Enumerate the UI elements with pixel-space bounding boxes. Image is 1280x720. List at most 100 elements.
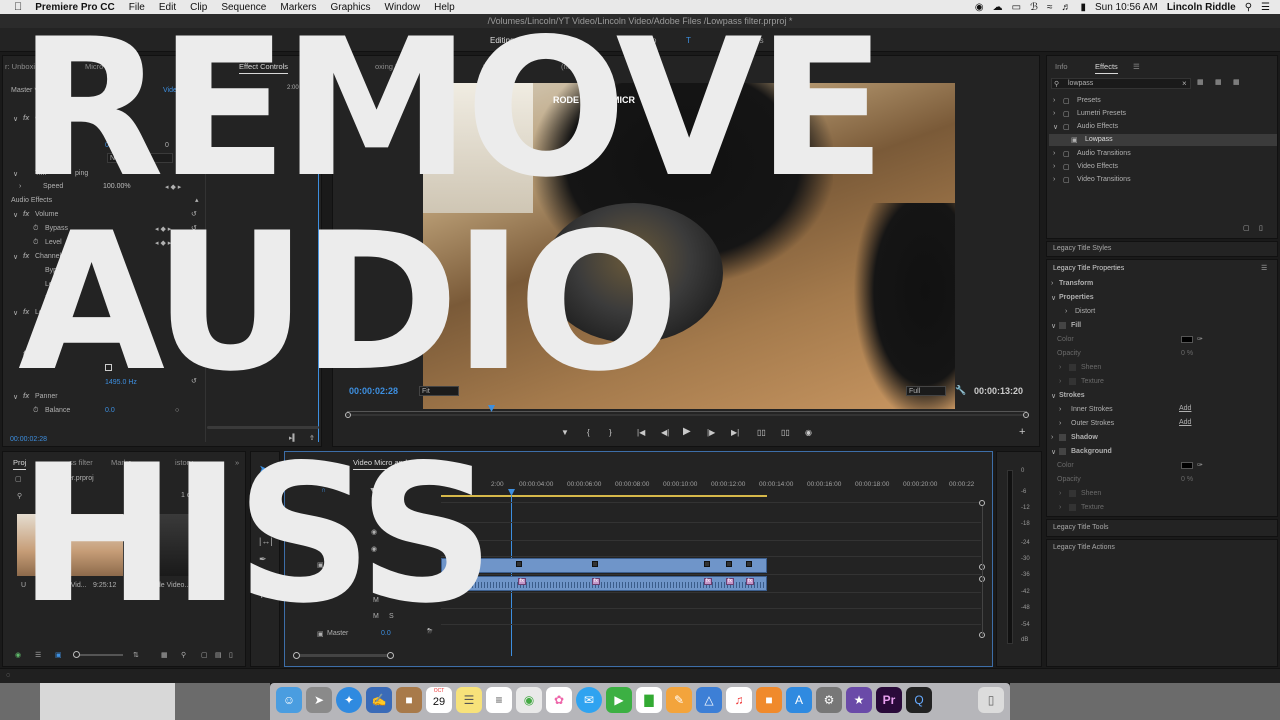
pages-icon[interactable]: ✎ bbox=[666, 687, 692, 713]
fill-color-swatch[interactable] bbox=[1181, 336, 1193, 343]
sheen-checkbox[interactable] bbox=[1069, 364, 1076, 371]
quality-select[interactable]: Full bbox=[906, 386, 946, 396]
expand-video-effects-icon[interactable]: › bbox=[1053, 163, 1055, 170]
list-icon[interactable]: ☰ bbox=[1261, 2, 1270, 13]
v-scrollbar[interactable] bbox=[982, 506, 983, 636]
effects-tree-video-effects[interactable]: Video Effects bbox=[1077, 163, 1118, 170]
bg-color-swatch[interactable] bbox=[1181, 462, 1193, 469]
expand-strokes-icon[interactable]: ∨ bbox=[1051, 392, 1056, 400]
numbers-icon[interactable]: ▇ bbox=[636, 687, 662, 713]
itunes-icon[interactable]: ♫ bbox=[726, 687, 752, 713]
expand-transform-icon[interactable]: › bbox=[1051, 280, 1053, 287]
menubar-user[interactable]: Lincoln Riddle bbox=[1167, 2, 1236, 13]
legacy-title-tools-tab[interactable]: Legacy Title Tools bbox=[1053, 524, 1109, 531]
texture-checkbox[interactable] bbox=[1069, 378, 1076, 385]
thumbnail-size-handle[interactable] bbox=[73, 651, 80, 658]
mark-in-icon[interactable]: { bbox=[587, 428, 590, 438]
launchpad-icon[interactable]: ➤ bbox=[306, 687, 332, 713]
list-view-icon[interactable]: ☰ bbox=[35, 651, 41, 659]
menubar-clock[interactable]: Sun 10:56 AM bbox=[1095, 2, 1158, 13]
expand-texture-icon[interactable]: › bbox=[1059, 378, 1061, 385]
program-zoom-bar[interactable] bbox=[345, 414, 1029, 416]
step-back-icon[interactable]: ◀| bbox=[661, 428, 669, 438]
shadow-section[interactable]: Shadow bbox=[1071, 434, 1098, 441]
legacy-title-properties-tab[interactable]: Legacy Title Properties bbox=[1053, 265, 1124, 272]
bg-texture-checkbox[interactable] bbox=[1069, 504, 1076, 511]
expand-distort-icon[interactable]: › bbox=[1065, 308, 1067, 315]
32bit-filter-icon[interactable]: ▦ bbox=[1215, 78, 1222, 86]
legacy-title-styles-tab[interactable]: Legacy Title Styles bbox=[1053, 245, 1111, 252]
fill-opacity-value[interactable]: 0 % bbox=[1181, 350, 1193, 357]
keynote-icon[interactable]: △ bbox=[696, 687, 722, 713]
new-bin-icon[interactable]: ▢ bbox=[201, 651, 208, 659]
photos-icon[interactable]: ✿ bbox=[546, 687, 572, 713]
notes-icon[interactable]: ☰ bbox=[456, 687, 482, 713]
effects-search-input[interactable]: ⚲ lowpass × bbox=[1051, 78, 1191, 89]
facetime-icon[interactable]: ▶ bbox=[606, 687, 632, 713]
system-preferences-icon[interactable]: ⚙ bbox=[816, 687, 842, 713]
tab-info[interactable]: Info bbox=[1055, 62, 1068, 71]
timeline-zoom-scrollbar[interactable] bbox=[295, 654, 391, 657]
trash-dock-icon[interactable]: ▯ bbox=[978, 687, 1004, 713]
bg-sheen-checkbox[interactable] bbox=[1069, 490, 1076, 497]
trash-icon[interactable]: ▯ bbox=[229, 651, 233, 659]
effects-tree-lumetri[interactable]: Lumetri Presets bbox=[1077, 110, 1126, 117]
search-icon[interactable]: ⚲ bbox=[1245, 2, 1252, 13]
settings-wrench-icon[interactable]: 🔧 bbox=[955, 385, 966, 396]
clear-search-icon[interactable]: × bbox=[1182, 79, 1187, 88]
automate-icon[interactable]: ▦ bbox=[161, 651, 168, 659]
airplay-icon[interactable]: ▭ bbox=[1012, 2, 1021, 13]
yuv-filter-icon[interactable]: ▦ bbox=[1233, 78, 1240, 86]
new-custom-bin-icon[interactable]: ▢ bbox=[1243, 224, 1250, 232]
expand-lumetri-icon[interactable]: › bbox=[1053, 110, 1055, 117]
safari-icon[interactable]: ✦ bbox=[336, 687, 362, 713]
new-item-icon[interactable]: ▤ bbox=[215, 651, 222, 659]
legacy-title-actions-tab[interactable]: Legacy Title Actions bbox=[1053, 544, 1115, 551]
background-checkbox[interactable] bbox=[1059, 448, 1066, 455]
timeline-zoom-right[interactable] bbox=[387, 652, 394, 659]
imovie-icon[interactable]: ★ bbox=[846, 687, 872, 713]
bg-opacity-value[interactable]: 0 % bbox=[1181, 476, 1193, 483]
extract-icon[interactable]: ▯▯ bbox=[781, 428, 790, 438]
premiere-pro-icon[interactable]: Pr bbox=[876, 687, 902, 713]
record-icon[interactable]: ◉ bbox=[975, 2, 984, 13]
eyedropper-icon[interactable]: ✑ bbox=[1197, 335, 1203, 343]
expand-outer-icon[interactable]: › bbox=[1059, 420, 1061, 427]
app-store-icon[interactable]: A bbox=[786, 687, 812, 713]
expand-background-icon[interactable]: ∨ bbox=[1051, 448, 1056, 456]
add-marker-icon[interactable]: ▼ bbox=[561, 428, 569, 438]
add-inner-stroke-link[interactable]: Add bbox=[1179, 405, 1191, 412]
expand-presets-icon[interactable]: › bbox=[1053, 97, 1055, 104]
transform-section[interactable]: Transform bbox=[1059, 280, 1093, 287]
expand-bg-sheen-icon[interactable]: › bbox=[1059, 490, 1061, 497]
button-editor-add-icon[interactable]: + bbox=[1019, 427, 1025, 438]
video-clip[interactable] bbox=[441, 558, 767, 573]
play-button[interactable]: ▶ bbox=[683, 427, 691, 437]
expand-audio-effects-icon[interactable]: ∨ bbox=[1053, 123, 1058, 131]
icon-view-icon[interactable]: ▣ bbox=[55, 651, 62, 659]
effects-tree-audio-effects[interactable]: Audio Effects bbox=[1077, 123, 1118, 130]
effects-menu-icon[interactable]: ☰ bbox=[1133, 62, 1140, 71]
go-to-in-icon[interactable]: |◀ bbox=[637, 428, 645, 438]
accelerated-filter-icon[interactable]: ▦ bbox=[1197, 78, 1204, 86]
timeline-zoom-left[interactable] bbox=[293, 652, 300, 659]
work-area-bar[interactable] bbox=[441, 495, 767, 497]
delete-effect-icon[interactable]: ▯ bbox=[1259, 224, 1263, 232]
expand-inner-icon[interactable]: › bbox=[1059, 406, 1061, 413]
expand-audio-transitions-icon[interactable]: › bbox=[1053, 150, 1055, 157]
go-to-out-icon[interactable]: ▶| bbox=[731, 428, 739, 438]
bg-eyedropper-icon[interactable]: ✑ bbox=[1197, 461, 1203, 469]
lock-icon[interactable]: ◉ bbox=[15, 651, 21, 659]
messages-icon[interactable]: ✉ bbox=[576, 687, 602, 713]
lift-icon[interactable]: ▯▯ bbox=[757, 428, 766, 438]
effects-tree-audio-transitions[interactable]: Audio Transitions bbox=[1077, 150, 1131, 157]
expand-shadow-icon[interactable]: › bbox=[1051, 434, 1053, 441]
expand-video-transitions-icon[interactable]: › bbox=[1053, 176, 1055, 183]
properties-menu-icon[interactable]: ☰ bbox=[1261, 264, 1267, 272]
reminders-icon[interactable]: ≡ bbox=[486, 687, 512, 713]
add-outer-stroke-link[interactable]: Add bbox=[1179, 419, 1191, 426]
fill-section[interactable]: Fill bbox=[1071, 322, 1081, 329]
audio-clip[interactable]: fx fx fx fx fx fx bbox=[441, 576, 767, 591]
tab-effects[interactable]: Effects bbox=[1095, 62, 1118, 74]
expand-sheen-icon[interactable]: › bbox=[1059, 364, 1061, 371]
